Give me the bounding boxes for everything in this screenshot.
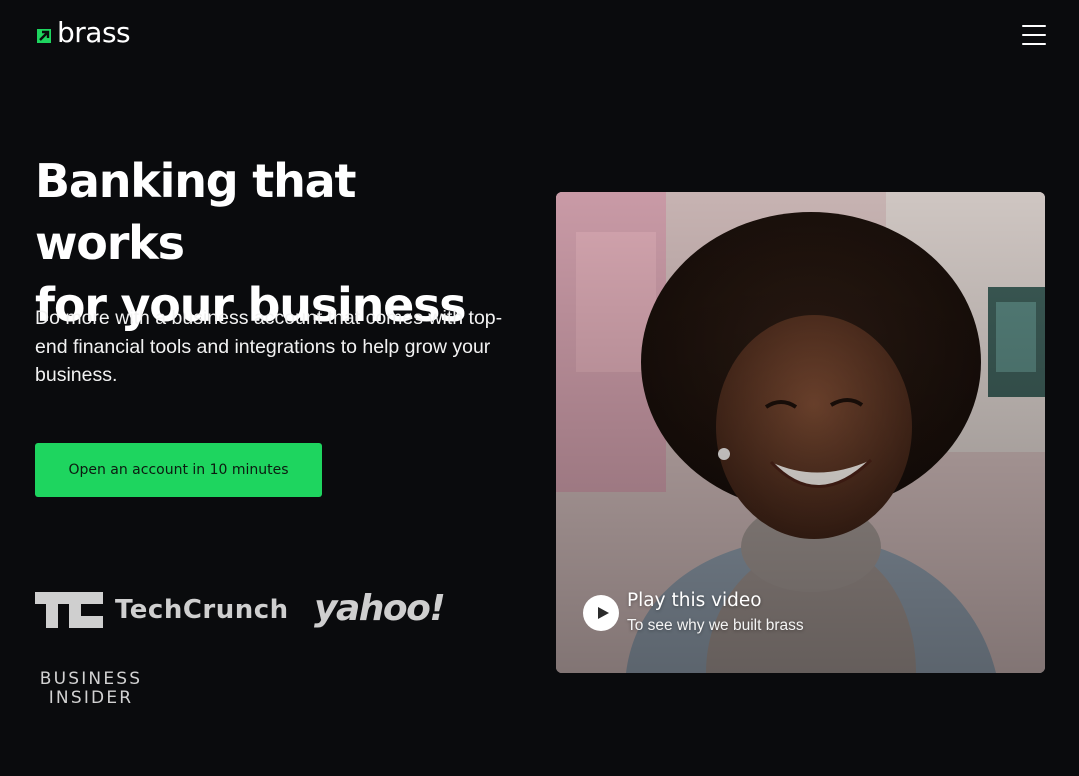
brass-arrow-icon — [37, 29, 51, 43]
brass-logo[interactable]: brass — [35, 16, 131, 49]
techcrunch-logo: TechCrunch — [35, 592, 289, 628]
video-title: Play this video — [627, 590, 762, 611]
business-insider-line-1: BUSINESS — [39, 669, 143, 689]
open-account-button[interactable]: Open an account in 10 minutes — [35, 443, 322, 497]
menu-line — [1022, 34, 1046, 36]
brand-name: brass — [57, 16, 131, 49]
video-subtitle: To see why we built brass — [627, 617, 804, 634]
techcrunch-tc-icon — [35, 592, 103, 628]
headline-line-1: Banking that works — [35, 154, 356, 270]
play-icon — [597, 607, 609, 619]
techcrunch-wordmark: TechCrunch — [115, 595, 289, 625]
yahoo-logo: yahoo! — [314, 588, 446, 629]
menu-line — [1022, 43, 1046, 45]
business-insider-line-2: INSIDER — [48, 688, 134, 708]
business-insider-logo: BUSINESS INSIDER — [35, 670, 147, 708]
play-button[interactable] — [583, 595, 619, 631]
menu-line — [1022, 25, 1046, 27]
hamburger-menu-icon[interactable] — [1020, 24, 1048, 46]
hero-subtext: Do more with a business account that com… — [35, 307, 503, 386]
page: brass Banking that works for your busine… — [0, 0, 1079, 776]
video-player[interactable]: Play this video To see why we built bras… — [556, 192, 1045, 673]
